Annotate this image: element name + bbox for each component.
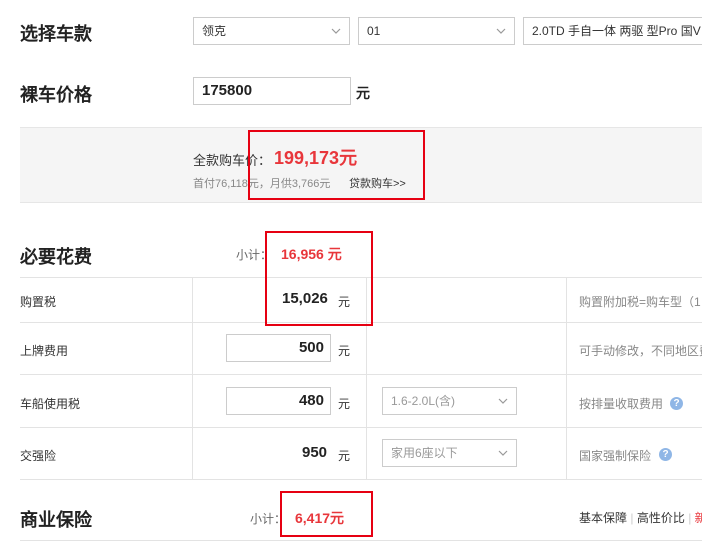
bare-price-unit: 元 — [356, 85, 370, 101]
link-separator: | — [688, 511, 692, 525]
license-fee-unit: 元 — [338, 344, 351, 358]
basic-coverage-link[interactable]: 基本保障 — [579, 511, 627, 525]
bare-price-title: 裸车价格 — [20, 85, 92, 105]
displacement-select[interactable]: 1.6-2.0L(含) — [382, 387, 517, 415]
insurance-plan-links: 基本保障 | 高性价比 | 新 — [579, 509, 702, 526]
trim-select[interactable]: 2.0TD 手自一体 两驱 型Pro 国V — [523, 17, 702, 45]
compulsory-insurance-value: 950 — [302, 444, 328, 461]
compulsory-insurance-unit: 元 — [338, 449, 351, 463]
compulsory-insurance-label: 交强险 — [20, 449, 57, 463]
seat-count-select-value: 家用6座以下 — [391, 446, 458, 460]
chevron-down-icon — [496, 26, 506, 36]
vehicle-tax-input[interactable]: 480 — [226, 387, 331, 415]
series-select[interactable]: 01 — [358, 17, 515, 45]
chevron-down-icon — [498, 448, 508, 458]
help-icon[interactable]: ? — [670, 397, 683, 410]
divider — [20, 374, 702, 375]
trim-select-value: 2.0TD 手自一体 两驱 型Pro 国V — [532, 24, 701, 38]
highlight-box — [265, 231, 373, 326]
help-icon[interactable]: ? — [659, 448, 672, 461]
compulsory-insurance-note: 国家强制保险 — [579, 449, 652, 463]
brand-select[interactable]: 领克 — [193, 17, 350, 45]
seat-count-select[interactable]: 家用6座以下 — [382, 439, 517, 467]
chevron-down-icon — [331, 26, 341, 36]
license-fee-input[interactable]: 500 — [226, 334, 331, 362]
vehicle-tax-label: 车船使用税 — [20, 397, 81, 411]
divider — [20, 479, 702, 480]
divider — [20, 540, 702, 541]
highlight-box — [280, 491, 373, 537]
purchase-tax-note: 购置附加税=购车型（1 — [579, 295, 701, 309]
vehicle-tax-unit: 元 — [338, 397, 351, 411]
highlight-box — [248, 130, 425, 200]
brand-select-value: 领克 — [202, 24, 227, 38]
select-model-title: 选择车款 — [20, 24, 92, 44]
chevron-down-icon — [498, 396, 508, 406]
required-fees-title: 必要花费 — [20, 247, 92, 267]
commercial-insurance-title: 商业保险 — [20, 510, 92, 530]
license-fee-label: 上牌费用 — [20, 344, 69, 358]
divider — [566, 277, 567, 479]
bare-price-input[interactable]: 175800 — [193, 77, 351, 105]
displacement-select-value: 1.6-2.0L(含) — [391, 394, 456, 408]
purchase-tax-label: 购置税 — [20, 295, 57, 309]
divider — [20, 427, 702, 428]
link-separator: | — [630, 511, 634, 525]
value-coverage-link[interactable]: 高性价比 — [637, 511, 685, 525]
divider — [192, 277, 193, 479]
series-select-value: 01 — [367, 24, 381, 38]
license-fee-note: 可手动修改，不同地区费 — [579, 344, 702, 358]
vehicle-tax-note: 按排量收取费用 — [579, 397, 664, 411]
new-coverage-link[interactable]: 新 — [695, 511, 702, 525]
